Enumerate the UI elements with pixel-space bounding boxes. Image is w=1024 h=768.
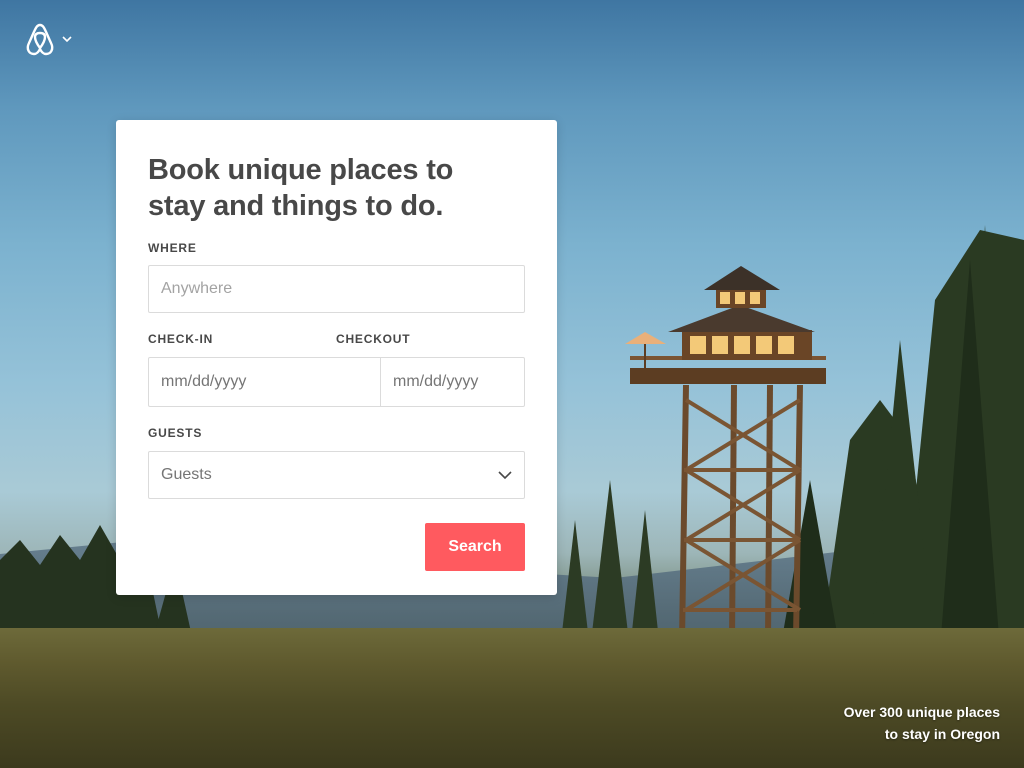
search-button[interactable]: Search xyxy=(425,523,525,571)
checkout-label: CHECKOUT xyxy=(336,332,411,346)
chevron-down-icon xyxy=(62,36,72,43)
card-title: Book unique places to stay and things to… xyxy=(148,152,525,224)
guests-value: Guests xyxy=(161,466,212,483)
guests-select[interactable]: Guests xyxy=(148,451,525,499)
check-in-label: CHECK-IN xyxy=(148,332,214,346)
chevron-down-icon xyxy=(498,470,512,479)
title-line-1: Book unique places to xyxy=(148,154,454,186)
airbnb-logo-icon xyxy=(26,23,54,56)
logo-menu[interactable] xyxy=(24,22,72,56)
location-caption: Over 300 unique places to stay in Oregon xyxy=(844,701,1000,745)
where-input[interactable] xyxy=(148,265,525,313)
caption-line-1: Over 300 unique places xyxy=(843,704,1000,720)
title-line-2: stay and things to do. xyxy=(148,190,444,222)
search-card: Book unique places to stay and things to… xyxy=(116,120,612,595)
caption-line-2: to stay in Oregon xyxy=(884,726,1000,742)
check-in-input[interactable] xyxy=(149,358,381,406)
meadow xyxy=(0,628,1024,768)
guests-label: GUESTS xyxy=(148,426,203,440)
date-range-field xyxy=(148,357,612,407)
where-label: WHERE xyxy=(148,241,197,255)
checkout-input[interactable] xyxy=(381,358,612,406)
